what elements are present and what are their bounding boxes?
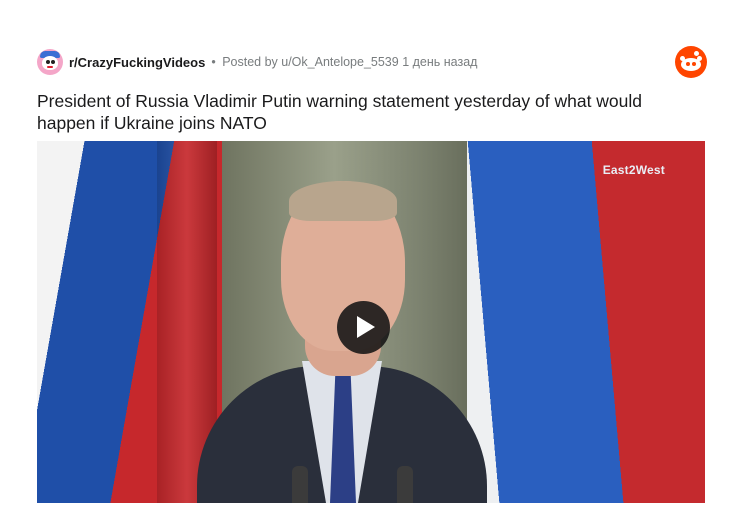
russian-flag-right <box>467 141 705 503</box>
subreddit-avatar-icon[interactable] <box>37 49 63 75</box>
play-icon <box>357 316 375 338</box>
reddit-logo-icon[interactable] <box>675 46 707 78</box>
post-header: r/CrazyFuckingVideos • Posted by u/Ok_An… <box>37 46 707 78</box>
meta-separator: • <box>211 55 216 69</box>
subreddit-link[interactable]: r/CrazyFuckingVideos <box>69 55 205 70</box>
play-button[interactable] <box>337 301 390 354</box>
post-title[interactable]: President of Russia Vladimir Putin warni… <box>37 90 697 134</box>
post-meta: • Posted by u/Ok_Antelope_5539 1 день на… <box>211 55 477 69</box>
post-time: 1 день назад <box>402 55 478 69</box>
posted-by[interactable]: Posted by u/Ok_Antelope_5539 <box>222 55 399 69</box>
video-watermark: East2West <box>602 163 665 177</box>
